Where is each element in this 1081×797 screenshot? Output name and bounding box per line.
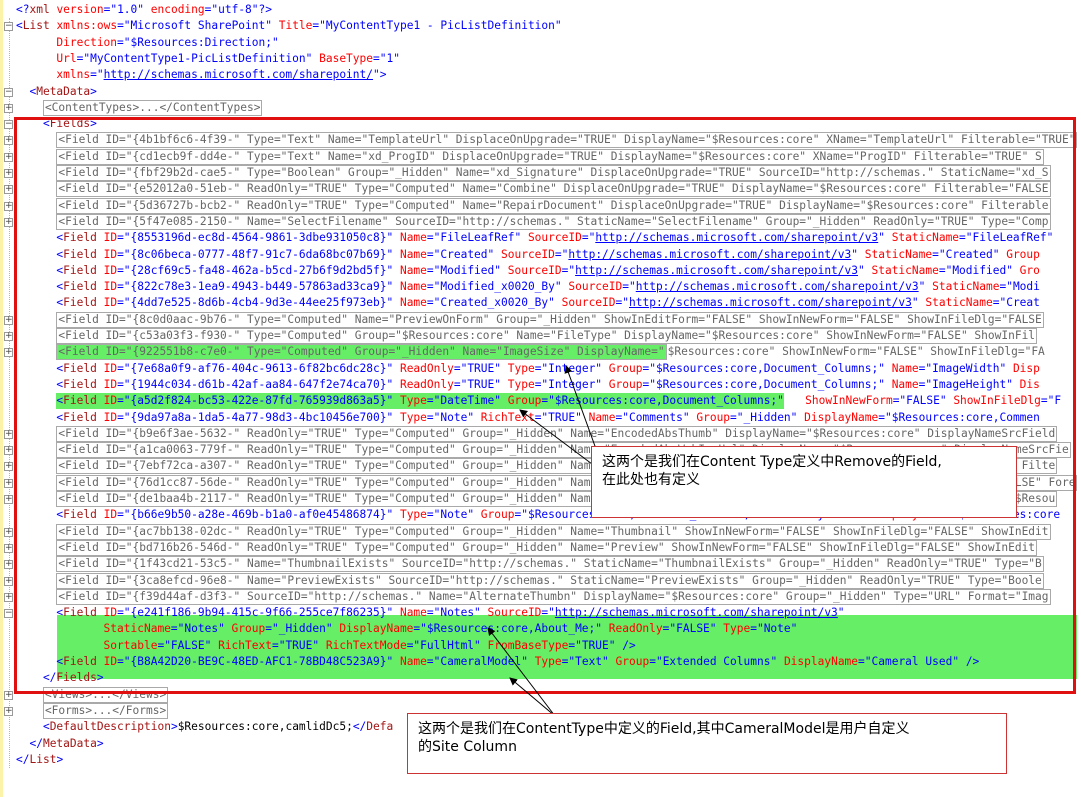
code-text: Url="MyContentType1-PicListDefinition" B… xyxy=(16,51,400,67)
code-token: List xyxy=(29,752,57,766)
expand-icon[interactable]: + xyxy=(4,103,13,113)
callout-line: 这两个是我们在ContentType中定义的Field,其中CameralMod… xyxy=(418,721,910,737)
code-token: encoding xyxy=(144,3,205,16)
code-token: =" xyxy=(90,68,104,82)
code-token: </ xyxy=(16,736,43,750)
code-token: xml xyxy=(29,3,50,16)
expand-icon[interactable]: + xyxy=(4,348,13,358)
code-token: BaseType xyxy=(312,51,373,65)
code-token: </ xyxy=(352,720,367,734)
code-token: ="utf-8" xyxy=(204,3,259,16)
code-token: Title xyxy=(271,19,313,33)
expand-icon[interactable]: + xyxy=(4,446,13,456)
code-token: version xyxy=(49,3,104,16)
code-token: xmlns:ows xyxy=(49,19,118,33)
code-token: > xyxy=(379,68,387,82)
code-token: DefaultDescription xyxy=(49,720,171,734)
code-text: <List xmlns:ows="Microsoft SharePoint" T… xyxy=(16,18,562,34)
code-text: Direction="$Resources:Direction;" xyxy=(16,35,279,51)
collapsed-region: <ContentTypes>...</ContentTypes> xyxy=(42,99,263,116)
code-line[interactable]: xmlns="http://schemas.microsoft.com/shar… xyxy=(0,67,1081,83)
expand-icon[interactable]: + xyxy=(4,315,13,325)
expand-icon[interactable]: + xyxy=(4,527,13,537)
expand-icon[interactable]: + xyxy=(4,429,13,439)
code-token: </ xyxy=(16,752,30,766)
code-token: http://schemas.microsoft.com/sharepoint/ xyxy=(103,68,373,82)
code-token: MetaData xyxy=(36,84,91,98)
code-token: Direction xyxy=(16,35,118,49)
code-token: <ContentTypes>...</ContentTypes> xyxy=(44,100,261,114)
code-token: xmlns xyxy=(16,68,91,82)
code-token: Defa xyxy=(366,720,394,734)
code-token: < xyxy=(16,720,50,734)
expand-icon[interactable]: + xyxy=(4,592,13,602)
callout-defined-fields: 这两个是我们在ContentType中定义的Field,其中CameralMod… xyxy=(407,713,1007,774)
code-token: ?> xyxy=(258,3,273,16)
code-token: > xyxy=(90,84,97,98)
callout-line: 这两个是我们在Content Type定义中Remove的Field, xyxy=(602,454,942,470)
collapse-icon[interactable]: − xyxy=(4,609,13,619)
code-token: List xyxy=(22,19,50,33)
fields-frame xyxy=(14,117,1076,694)
code-line[interactable]: <?xml version="1.0" encoding="utf-8"?> xyxy=(0,2,1081,18)
code-token: ="Microsoft SharePoint" xyxy=(117,19,272,33)
code-text: <MetaData> xyxy=(16,84,97,100)
expand-icon[interactable]: + xyxy=(4,152,13,162)
callout-line: 在此处也有定义 xyxy=(602,472,700,488)
code-token: ="MyContentType1 - PicListDefinition" xyxy=(312,19,562,33)
expand-icon[interactable]: + xyxy=(4,495,13,504)
code-token: > xyxy=(96,736,104,750)
expand-icon[interactable]: + xyxy=(4,136,13,146)
code-text: <DefaultDescription>$Resources:core,caml… xyxy=(16,719,393,735)
expand-icon[interactable]: + xyxy=(4,462,13,472)
code-line[interactable]: Url="MyContentType1-PicListDefinition" B… xyxy=(0,51,1081,67)
expand-icon[interactable]: + xyxy=(4,560,13,570)
code-token: <? xyxy=(16,3,30,16)
expand-icon[interactable]: + xyxy=(4,576,13,586)
expand-icon[interactable]: + xyxy=(4,332,13,341)
expand-icon[interactable]: + xyxy=(4,217,13,227)
code-token: ="$Resources:Direction;" xyxy=(117,35,279,49)
code-line[interactable]: − <List xmlns:ows="Microsoft SharePoint" … xyxy=(0,18,1081,34)
expand-icon[interactable]: + xyxy=(4,169,13,178)
code-token: ="1.0" xyxy=(103,3,145,16)
expand-icon[interactable]: + xyxy=(4,690,13,700)
callout-line: 的Site Column xyxy=(418,739,517,755)
expand-icon[interactable]: + xyxy=(4,185,13,195)
callout-removed-fields: 这两个是我们在Content Type定义中Remove的Field, 在此处也… xyxy=(591,446,1017,518)
code-line[interactable]: + <ContentTypes>...</ContentTypes> xyxy=(0,99,1081,116)
code-token: > xyxy=(170,720,178,734)
code-token: MetaData xyxy=(42,736,97,750)
code-token: > xyxy=(56,752,64,766)
code-text: xmlns="http://schemas.microsoft.com/shar… xyxy=(16,67,387,83)
code-token: <Forms>...</Forms> xyxy=(44,703,167,717)
collapse-icon[interactable]: − xyxy=(4,87,13,97)
expand-icon[interactable]: + xyxy=(4,478,13,488)
code-token: ="MyContentType1-PicListDefinition" xyxy=(76,51,313,65)
code-token: " xyxy=(373,68,380,82)
code-text: </List> xyxy=(16,752,63,768)
expand-icon[interactable]: + xyxy=(4,201,13,211)
code-token: < xyxy=(16,84,37,98)
expand-icon[interactable]: + xyxy=(4,706,13,716)
code-token: ="1" xyxy=(373,51,400,65)
code-token: $Resources:core,camlidDc5; xyxy=(177,720,353,734)
collapsed-region: <Forms>...</Forms> xyxy=(42,702,169,719)
code-line[interactable]: − <MetaData> xyxy=(0,84,1081,100)
code-text: </MetaData> xyxy=(16,736,104,752)
collapse-icon[interactable]: − xyxy=(4,120,13,130)
collapse-icon[interactable]: − xyxy=(4,22,13,32)
expand-icon[interactable]: + xyxy=(4,543,13,553)
code-line[interactable]: Direction="$Resources:Direction;" xyxy=(0,35,1081,51)
code-token: < xyxy=(16,19,23,33)
code-text: <?xml version="1.0" encoding="utf-8"?> xyxy=(16,2,272,18)
code-token: Url xyxy=(16,51,77,65)
